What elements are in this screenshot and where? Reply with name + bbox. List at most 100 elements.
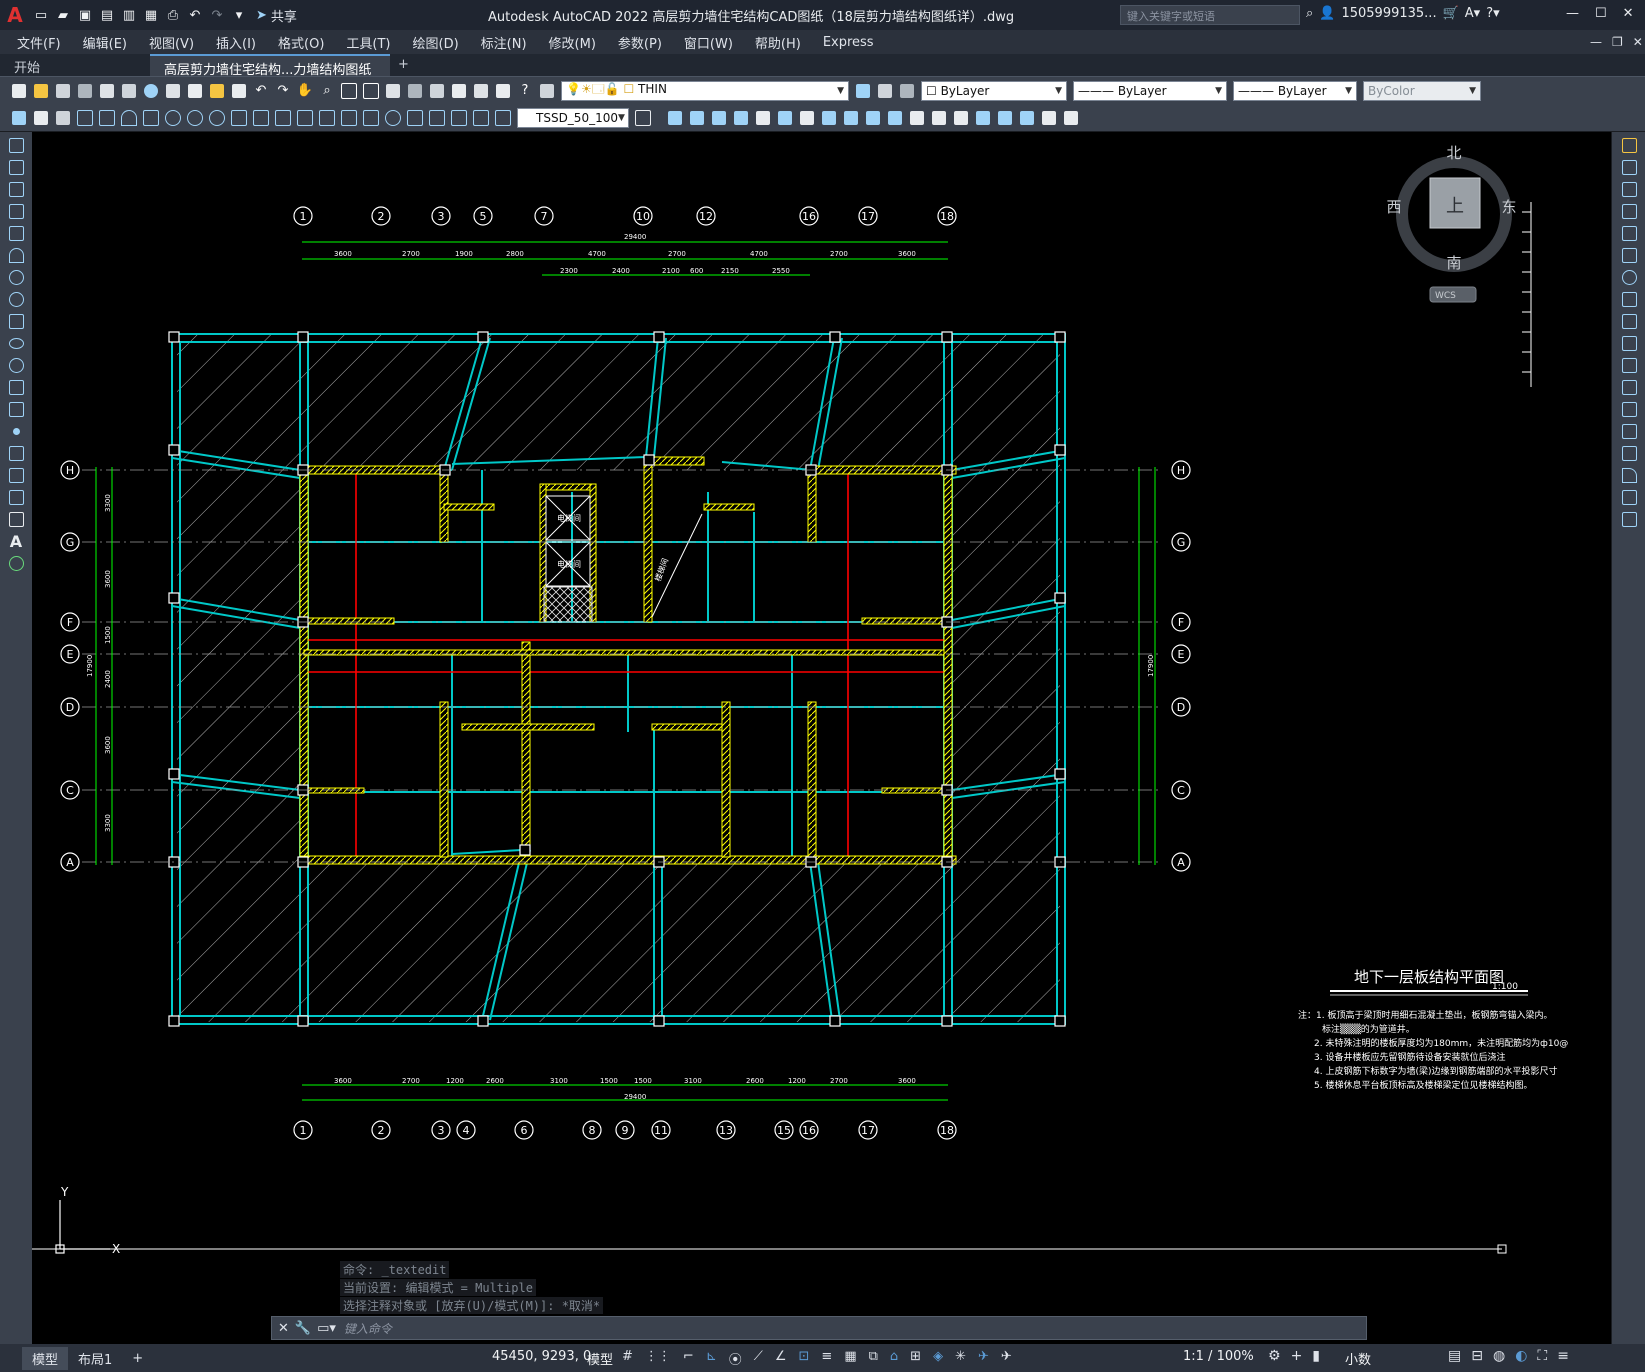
print-icon[interactable]: ⎙	[164, 6, 182, 24]
plot-icon[interactable]: ▦	[142, 6, 160, 24]
search-icon[interactable]: ⌕	[1306, 6, 1313, 21]
spline-icon[interactable]	[5, 312, 27, 330]
command-line[interactable]: ✕ 🔧 ▭▾ 键入命令	[271, 1316, 1367, 1340]
zoom-window-icon[interactable]	[339, 81, 359, 101]
doc-restore-icon[interactable]: ❐	[1612, 35, 1623, 49]
cut-icon[interactable]	[163, 81, 183, 101]
minimize-icon[interactable]: —	[1566, 6, 1579, 21]
compass-north[interactable]: 北	[1446, 144, 1461, 162]
tab-drawing[interactable]: 高层剪力墙住宅结构...力墙结构图纸详）*	[150, 54, 390, 97]
move-icon[interactable]	[1618, 246, 1640, 264]
copy-object-icon[interactable]	[1618, 158, 1640, 176]
dim-text-edit-icon[interactable]	[471, 108, 491, 128]
line-icon[interactable]	[5, 136, 27, 154]
cart-icon[interactable]: 🛒	[1443, 6, 1459, 21]
arc-icon[interactable]	[5, 246, 27, 264]
plotstyle-dropdown[interactable]: ByColor ▼	[1363, 80, 1481, 101]
erase-icon[interactable]	[1618, 136, 1640, 154]
modify-4-icon[interactable]	[731, 108, 751, 128]
sheet-set-icon[interactable]	[449, 81, 469, 101]
save-file-icon[interactable]	[53, 81, 73, 101]
lineweight-dropdown[interactable]: ——— ByLayer ▼	[1233, 80, 1357, 101]
lineweight-icon[interactable]: ≡	[821, 1349, 832, 1368]
3d-osnap-icon[interactable]: ⌂	[890, 1349, 898, 1368]
modify-18-icon[interactable]	[1039, 108, 1059, 128]
mirror-icon[interactable]	[1618, 180, 1640, 198]
extend-icon[interactable]	[1618, 356, 1640, 374]
continue-dim-icon[interactable]	[295, 108, 315, 128]
tolerance-icon[interactable]	[361, 108, 381, 128]
construction-line-icon[interactable]	[5, 158, 27, 176]
hatch-icon[interactable]	[5, 444, 27, 462]
workspace-icon[interactable]: ▾	[230, 6, 248, 24]
add-selected-icon[interactable]	[5, 554, 27, 572]
add-tab-button[interactable]: +	[390, 54, 417, 76]
stretch-icon[interactable]	[1618, 312, 1640, 330]
copy-icon[interactable]	[185, 81, 205, 101]
table-icon[interactable]	[5, 510, 27, 528]
modify-16-icon[interactable]	[995, 108, 1015, 128]
share-button[interactable]: ➤ 共享	[256, 6, 297, 25]
layer-current-icon[interactable]	[853, 81, 873, 101]
coordinate-readout[interactable]: 45450, 9293, 0	[492, 1349, 591, 1364]
annotation-monitor-icon[interactable]: +	[1291, 1348, 1303, 1364]
arc-length-icon[interactable]	[119, 108, 139, 128]
dim-space-icon[interactable]	[317, 108, 337, 128]
chamfer-icon[interactable]	[1618, 444, 1640, 462]
center-mark-icon[interactable]	[383, 108, 403, 128]
compass-south[interactable]: 南	[1446, 254, 1461, 272]
revcloud-icon[interactable]	[5, 290, 27, 308]
dynamic-ucs-icon[interactable]: ⊞	[910, 1349, 921, 1368]
quick-dim-icon[interactable]	[251, 108, 271, 128]
modify-15-icon[interactable]	[973, 108, 993, 128]
undo-icon[interactable]: ↶	[186, 6, 204, 24]
dimstyle-dropdown[interactable]: TSSD_50_100 ▼	[517, 107, 629, 128]
ellipse-arc-icon[interactable]	[5, 356, 27, 374]
region-icon[interactable]	[5, 488, 27, 506]
jogged-linear-icon[interactable]	[427, 108, 447, 128]
lock-ui-icon[interactable]: ⊟	[1471, 1348, 1483, 1364]
mtext-icon[interactable]: A	[5, 532, 27, 551]
modify-8-icon[interactable]	[819, 108, 839, 128]
zoom-previous-icon[interactable]	[361, 81, 381, 101]
layer-previous-icon[interactable]	[875, 81, 895, 101]
snap-icon[interactable]: ⋮⋮	[645, 1349, 671, 1368]
autocad-logo-icon[interactable]: A	[0, 0, 30, 30]
drawing-canvas[interactable]: 电梯间 电梯间 楼梯间 29400 29400 3600 2700 1900 2…	[32, 132, 1611, 1344]
menu-insert[interactable]: 插入(I)	[205, 33, 267, 52]
join-icon[interactable]	[1618, 422, 1640, 440]
3dprint-icon[interactable]	[141, 81, 161, 101]
tssd-tool-1-icon[interactable]	[9, 108, 29, 128]
qnew-icon[interactable]	[9, 81, 29, 101]
menu-parametric[interactable]: 参数(P)	[607, 33, 673, 52]
tssd-tool-2-icon[interactable]	[31, 108, 51, 128]
undo-tool-icon[interactable]: ↶	[251, 81, 271, 101]
help-tool-icon[interactable]: ?	[515, 81, 535, 101]
annotation-visibility-icon[interactable]: ✈	[978, 1349, 989, 1368]
rectangle-icon[interactable]	[5, 224, 27, 242]
plot-file-icon[interactable]	[75, 81, 95, 101]
menu-format[interactable]: 格式(O)	[267, 33, 335, 52]
gradient-icon[interactable]	[5, 466, 27, 484]
modify-19-icon[interactable]	[1061, 108, 1081, 128]
paste-icon[interactable]	[207, 81, 227, 101]
workspace-gear-icon[interactable]: ⚙	[1268, 1348, 1281, 1364]
cmd-prompt-icon[interactable]: ▭▾	[317, 1321, 336, 1336]
circle-icon[interactable]	[5, 268, 27, 286]
menu-draw[interactable]: 绘图(D)	[402, 33, 470, 52]
customize-cmd-icon[interactable]: 🔧	[295, 1321, 311, 1336]
doc-minimize-icon[interactable]: —	[1590, 35, 1602, 49]
tab-layout1[interactable]: 布局1	[68, 1347, 122, 1370]
modify-2-icon[interactable]	[687, 108, 707, 128]
menu-modify[interactable]: 修改(M)	[538, 33, 607, 52]
dim-update-icon[interactable]	[493, 108, 513, 128]
modify-10-icon[interactable]	[863, 108, 883, 128]
annotation-scale-dropdown[interactable]: 1:1 / 100%	[1183, 1349, 1254, 1364]
menu-help[interactable]: 帮助(H)	[744, 33, 812, 52]
insert-block-icon[interactable]	[5, 378, 27, 396]
offset-icon[interactable]	[1618, 202, 1640, 220]
grid-icon[interactable]: #	[622, 1349, 633, 1368]
layer-dropdown[interactable]: 💡☀🗔🔓 ☐ THIN ▼	[561, 80, 849, 101]
open-file-icon[interactable]	[31, 81, 51, 101]
properties-icon[interactable]	[383, 81, 403, 101]
